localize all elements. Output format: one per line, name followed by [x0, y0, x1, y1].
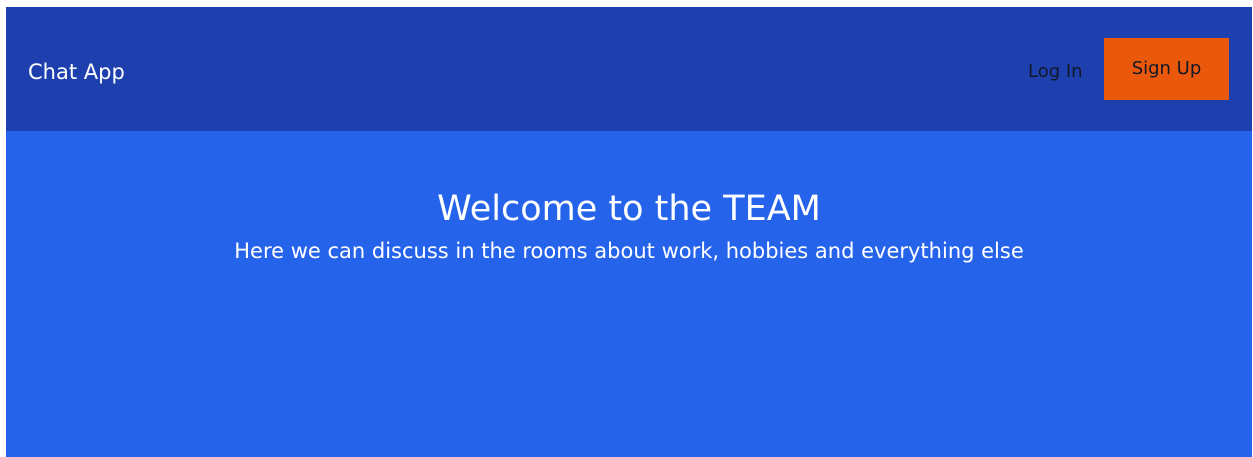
- hero-subtitle: Here we can discuss in the rooms about w…: [234, 239, 1024, 263]
- login-button[interactable]: Log In: [1028, 58, 1083, 86]
- app-brand-link[interactable]: Chat App: [28, 58, 125, 86]
- hero-title: Welcome to the TEAM: [437, 189, 821, 229]
- signup-button[interactable]: Sign Up: [1104, 38, 1229, 100]
- top-navbar: Chat App Log In Sign Up: [6, 7, 1252, 131]
- hero-section: Welcome to the TEAM Here we can discuss …: [6, 131, 1252, 457]
- app-window: Chat App Log In Sign Up Welcome to the T…: [6, 7, 1252, 457]
